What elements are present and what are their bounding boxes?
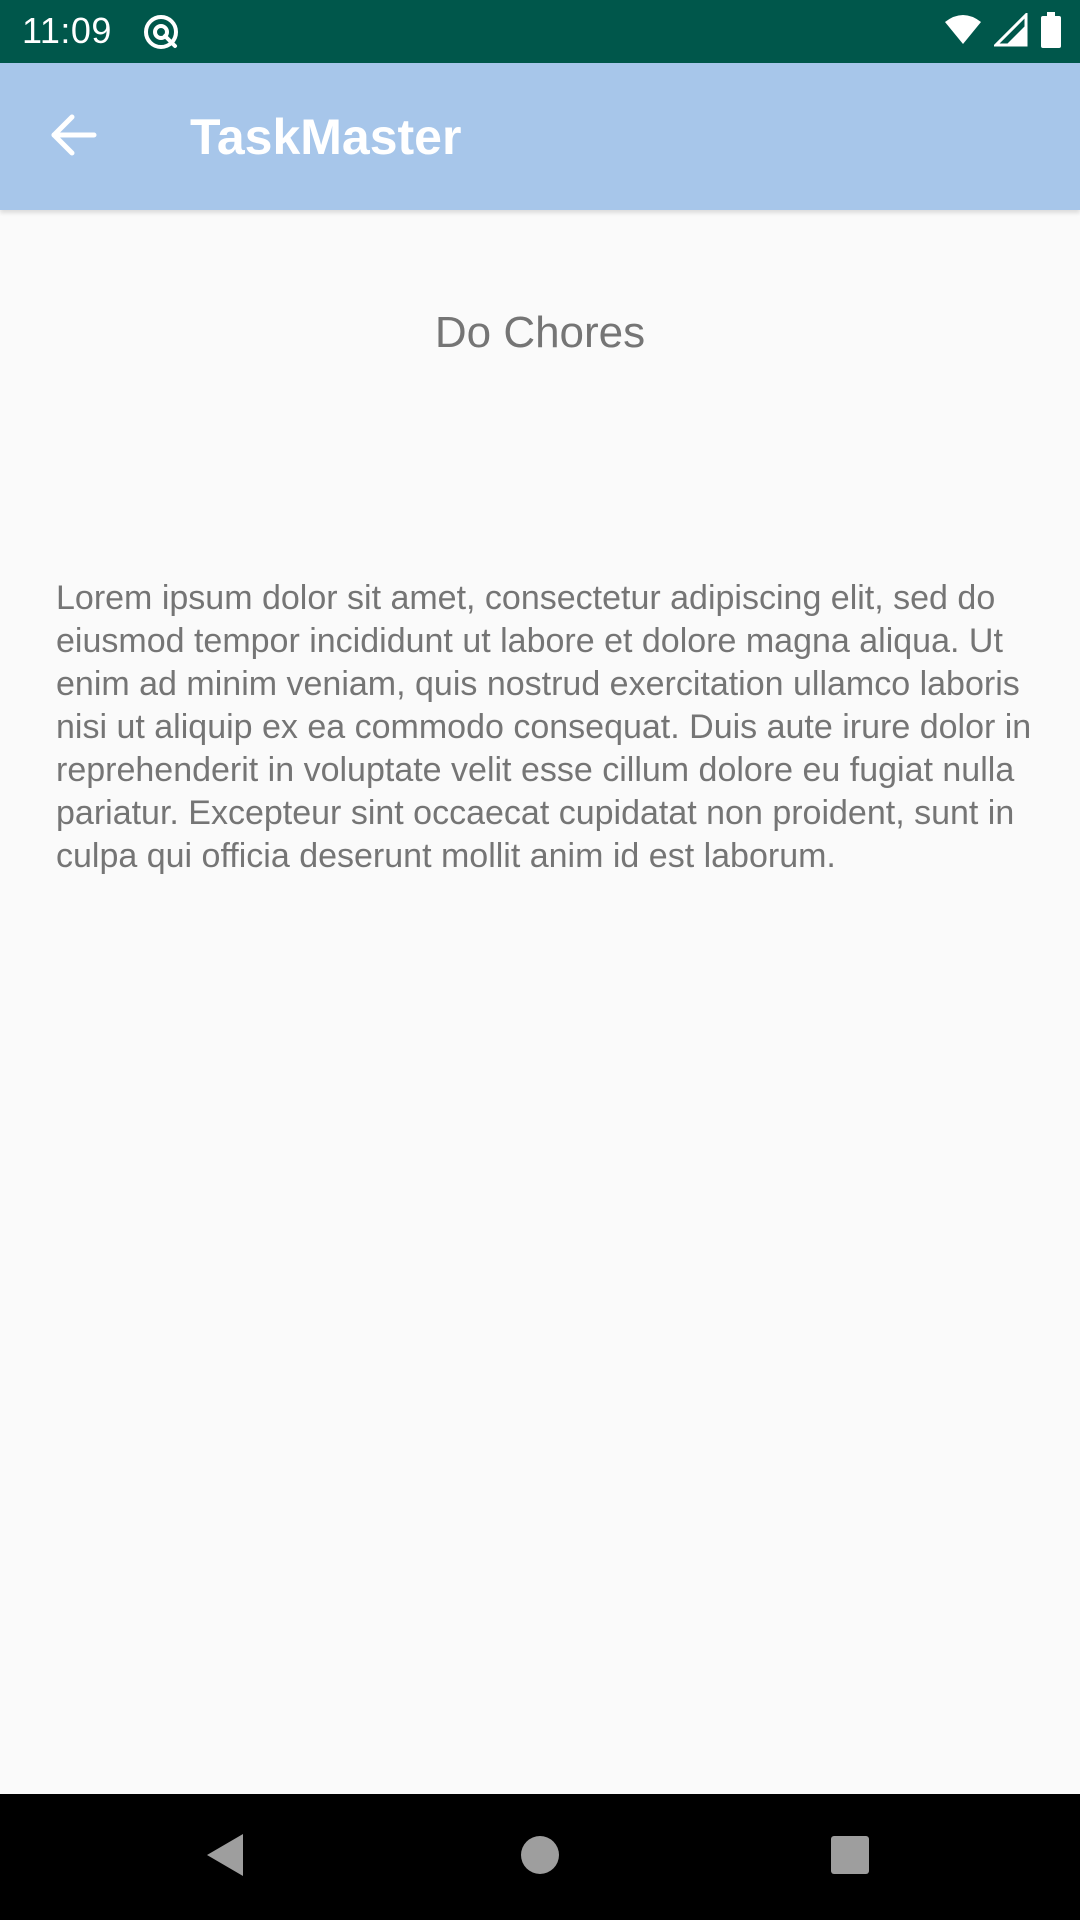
status-bar: 11:09 [0,0,1080,63]
status-time: 11:09 [22,10,112,51]
at-sign-icon [142,13,180,51]
nav-home-button[interactable] [507,1824,573,1890]
task-body: Lorem ipsum dolor sit amet, consectetur … [56,579,1032,875]
app-bar: TaskMaster [0,63,1080,210]
nav-back-icon [205,1832,245,1883]
nav-recents-icon [830,1835,870,1880]
app-title: TaskMaster [190,109,462,165]
nav-back-button[interactable] [192,1824,258,1890]
nav-home-icon [520,1835,560,1880]
back-button[interactable] [38,107,110,167]
status-icons [944,10,1062,53]
battery-icon [1040,11,1062,53]
back-arrow-icon [50,113,98,162]
navigation-bar [0,1794,1080,1920]
signal-icon [992,10,1028,52]
wifi-icon [944,14,982,51]
task-title: Do Chores [434,308,646,357]
nav-recents-button[interactable] [817,1824,883,1890]
